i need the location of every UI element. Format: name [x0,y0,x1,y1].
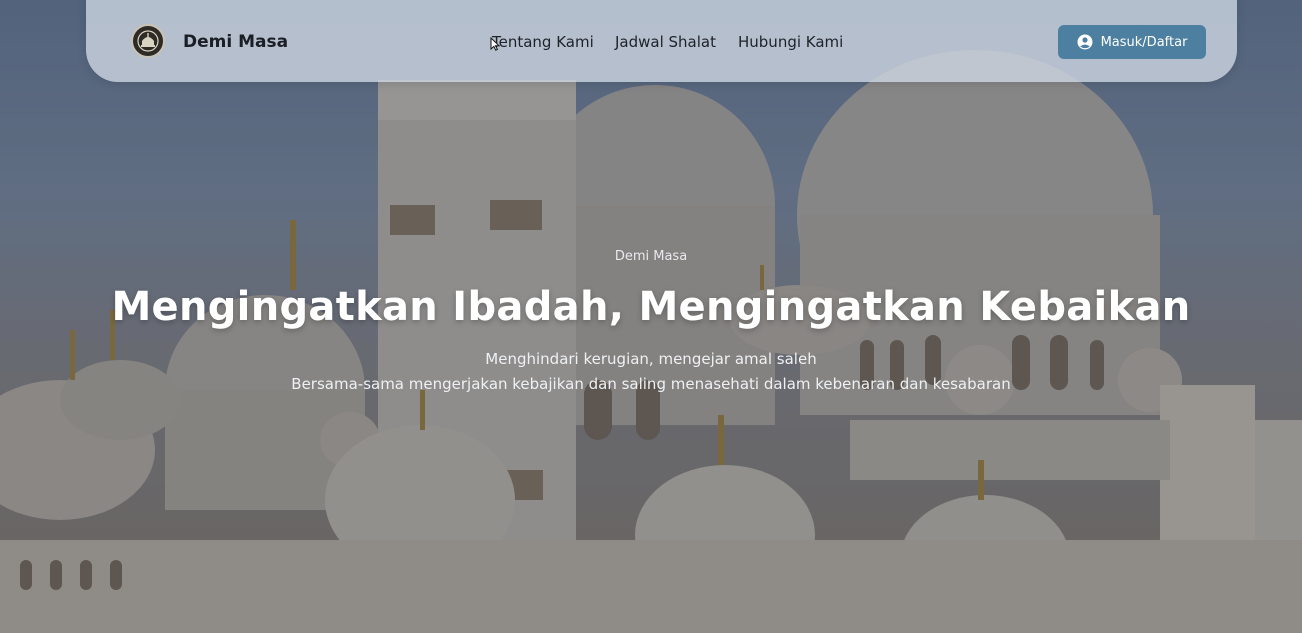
login-button-label: Masuk/Daftar [1100,34,1188,50]
hero-eyebrow: Demi Masa [614,249,688,264]
nav-link-tentang-kami[interactable]: Tentang Kami [492,33,594,51]
mouse-cursor-icon [490,37,500,51]
brand-name[interactable]: Demi Masa [183,32,288,52]
hero-subtitle-1: Menghindari kerugian, mengejar amal sale… [485,350,817,368]
hero-subtitle-2: Bersama-sama mengerjakan kebajikan dan s… [291,375,1011,393]
login-register-button[interactable]: Masuk/Daftar [1058,25,1206,59]
nav-link-jadwal-shalat[interactable]: Jadwal Shalat [615,33,716,51]
user-circle-icon [1077,34,1093,50]
mosque-emblem-icon[interactable] [131,24,165,58]
hero-headline: Mengingatkan Ibadah, Mengingatkan Kebaik… [111,284,1191,330]
nav-link-hubungi-kami[interactable]: Hubungi Kami [738,33,843,51]
hero-section: Demi Masa Mengingatkan Ibadah, Mengingat… [0,0,1302,633]
